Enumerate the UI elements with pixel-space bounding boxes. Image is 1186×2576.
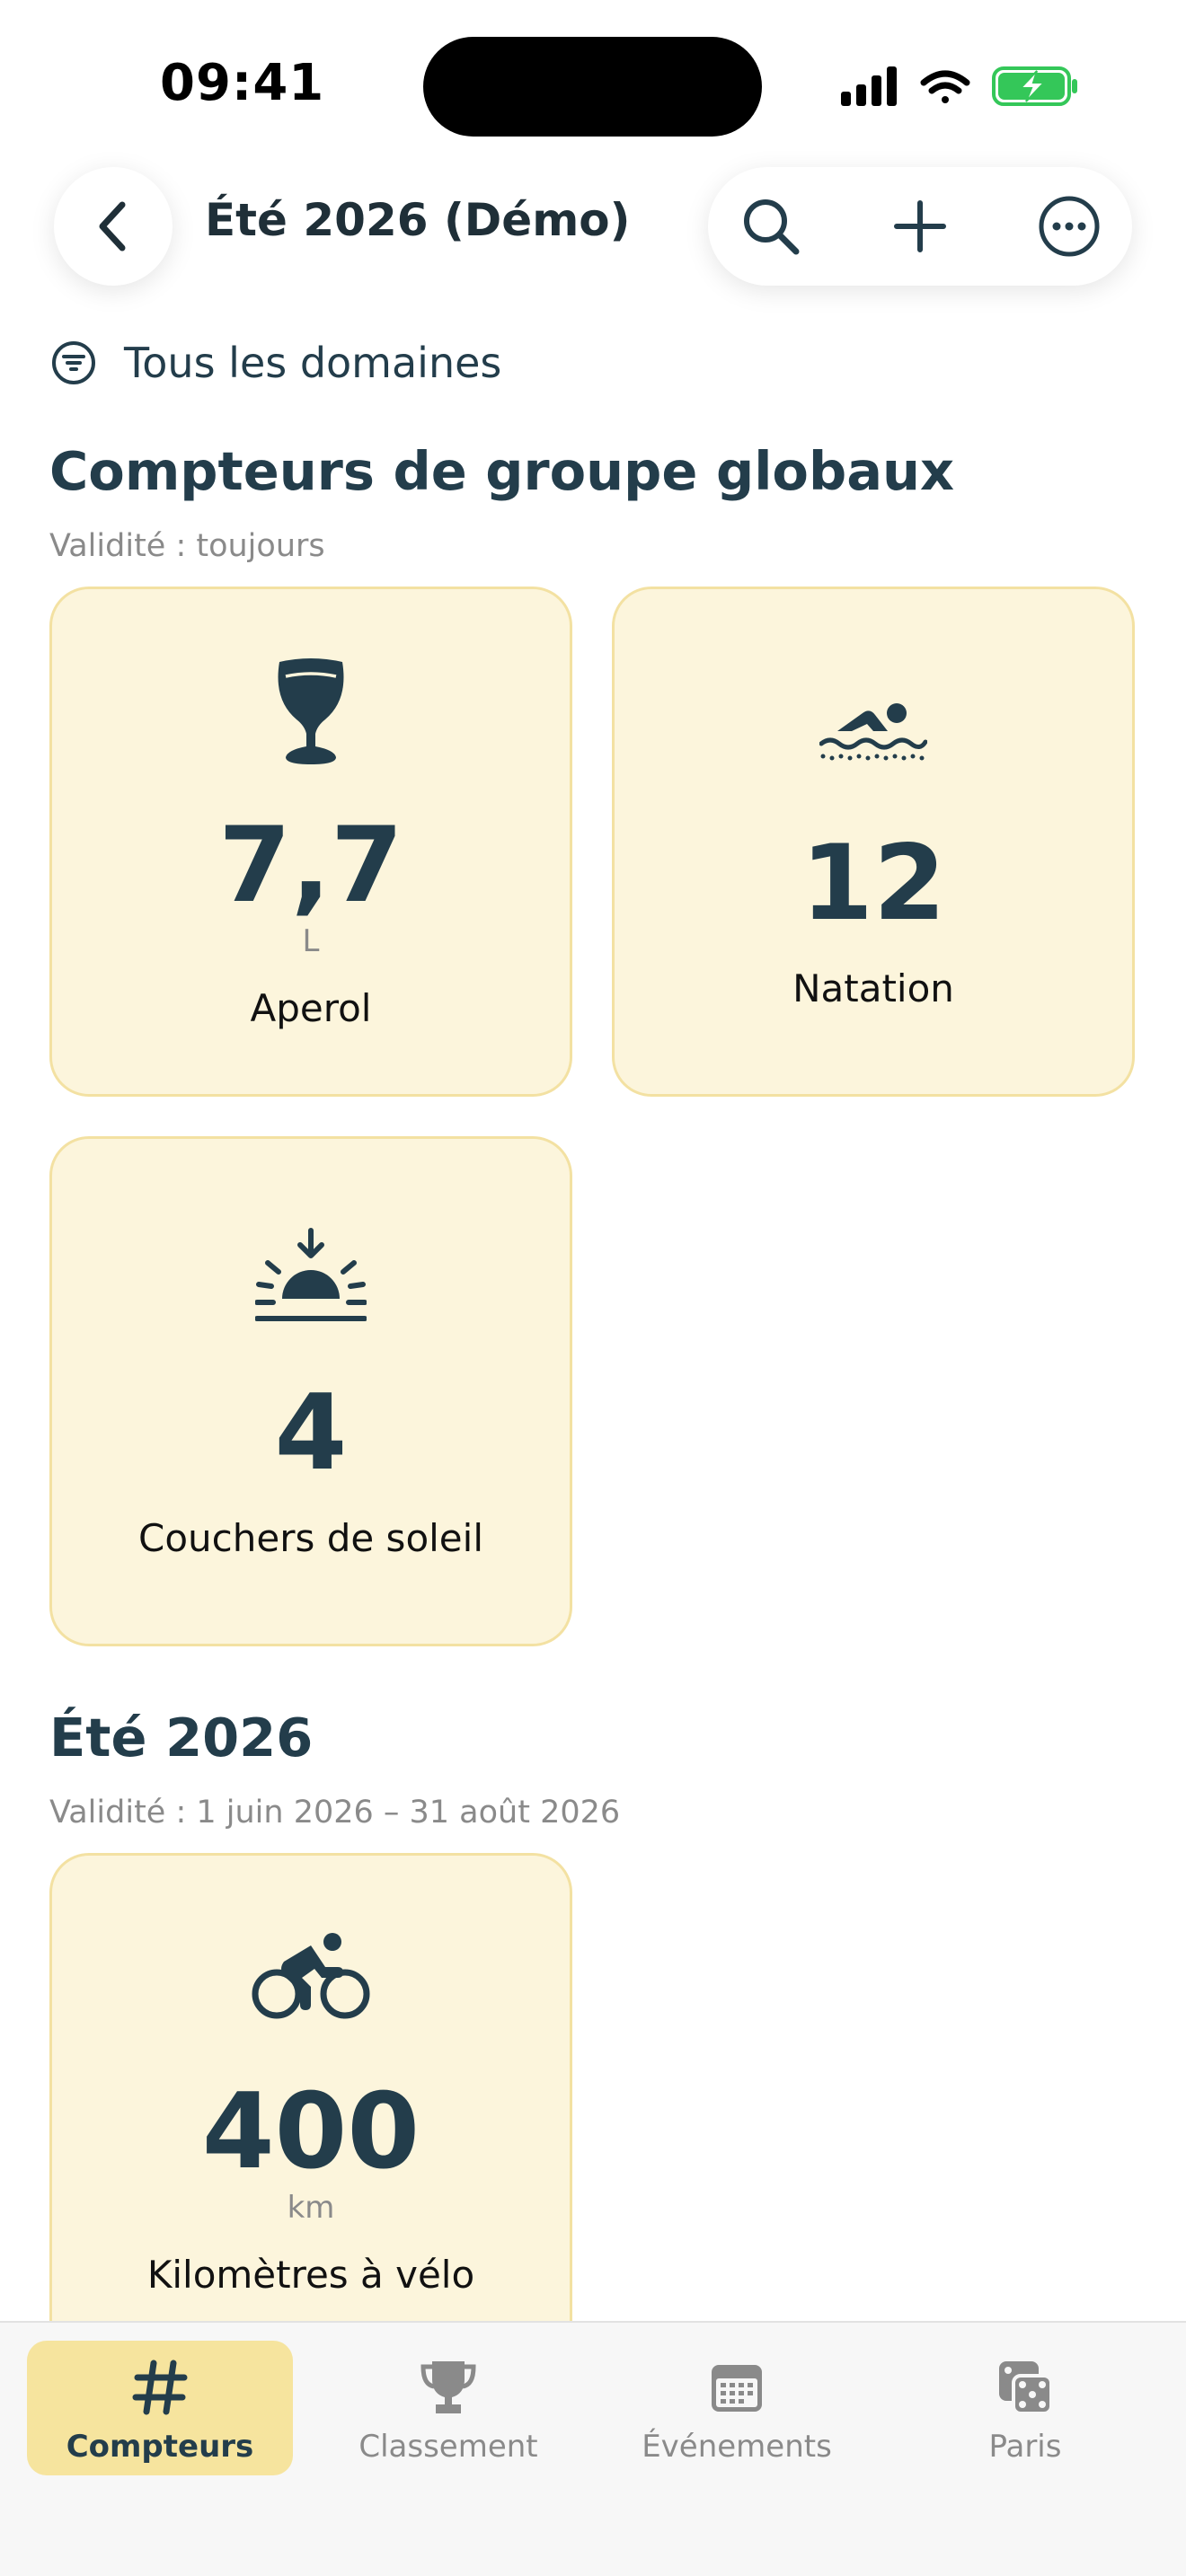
header-actions [708,167,1132,286]
section-validity: Validité : toujours [49,528,325,564]
ellipsis-circle-icon [1039,196,1100,257]
tab-label: Événements [642,2429,832,2465]
tab-bar: Compteurs Classement Événements Paris [0,2321,1186,2576]
domain-filter[interactable]: Tous les domaines [50,336,501,390]
swimmer-icon [615,697,1132,769]
search-button[interactable] [735,190,807,262]
tab-label: Compteurs [66,2429,254,2465]
status-time: 09:41 [160,54,325,112]
tab-compteurs[interactable]: Compteurs [27,2341,293,2475]
wine-glass-icon [52,657,570,768]
counter-label: Aperol [250,986,372,1030]
hashtag-icon [27,2355,293,2420]
tab-label: Classement [358,2429,538,2465]
section-title: Compteurs de groupe globaux [49,440,955,502]
battery-charging-icon [992,66,1077,106]
more-button[interactable] [1033,190,1105,262]
wifi-icon [920,70,970,103]
counter-unit: L [302,923,320,959]
counter-label: Kilomètres à vélo [146,2253,475,2297]
back-button[interactable] [54,167,173,286]
filter-label: Tous les domaines [124,339,502,387]
counter-value: 12 [801,823,946,944]
counter-card-sunsets[interactable]: 4 Couchers de soleil [49,1136,572,1646]
counter-card-aperol[interactable]: 7,7 L Aperol [49,587,572,1097]
dynamic-island [423,37,762,137]
counter-value: 4 [274,1372,348,1494]
page-title: Été 2026 (Démo) [205,194,631,246]
tab-classement[interactable]: Classement [315,2341,581,2475]
cyclist-icon [52,1931,570,2021]
counter-value: 7,7 [218,805,403,926]
plus-icon [894,200,946,252]
section-validity: Validité : 1 juin 2026 – 31 août 2026 [49,1795,621,1831]
counter-label: Natation [792,966,954,1010]
counter-value: 400 [201,2071,420,2192]
dice-icon [892,2355,1158,2420]
trophy-icon [315,2355,581,2420]
cellular-signal-icon [841,66,897,106]
add-button[interactable] [884,190,956,262]
counter-unit: km [287,2190,335,2226]
section-title: Été 2026 [49,1707,314,1769]
tab-paris[interactable]: Paris [892,2341,1158,2475]
sunset-icon [52,1227,570,1326]
status-bar: 09:41 [0,0,1186,171]
filter-icon [52,341,95,384]
search-icon [744,199,800,255]
counter-card-natation[interactable]: 12 Natation [612,587,1135,1097]
chevron-left-icon [99,201,126,251]
counter-label: Couchers de soleil [138,1516,483,1560]
status-icons [837,63,1080,108]
counter-card-cycling[interactable]: 400 km Kilomètres à vélo [49,1853,572,2363]
calendar-icon [604,2355,870,2420]
tab-label: Paris [988,2429,1062,2465]
tab-evenements[interactable]: Événements [604,2341,870,2475]
